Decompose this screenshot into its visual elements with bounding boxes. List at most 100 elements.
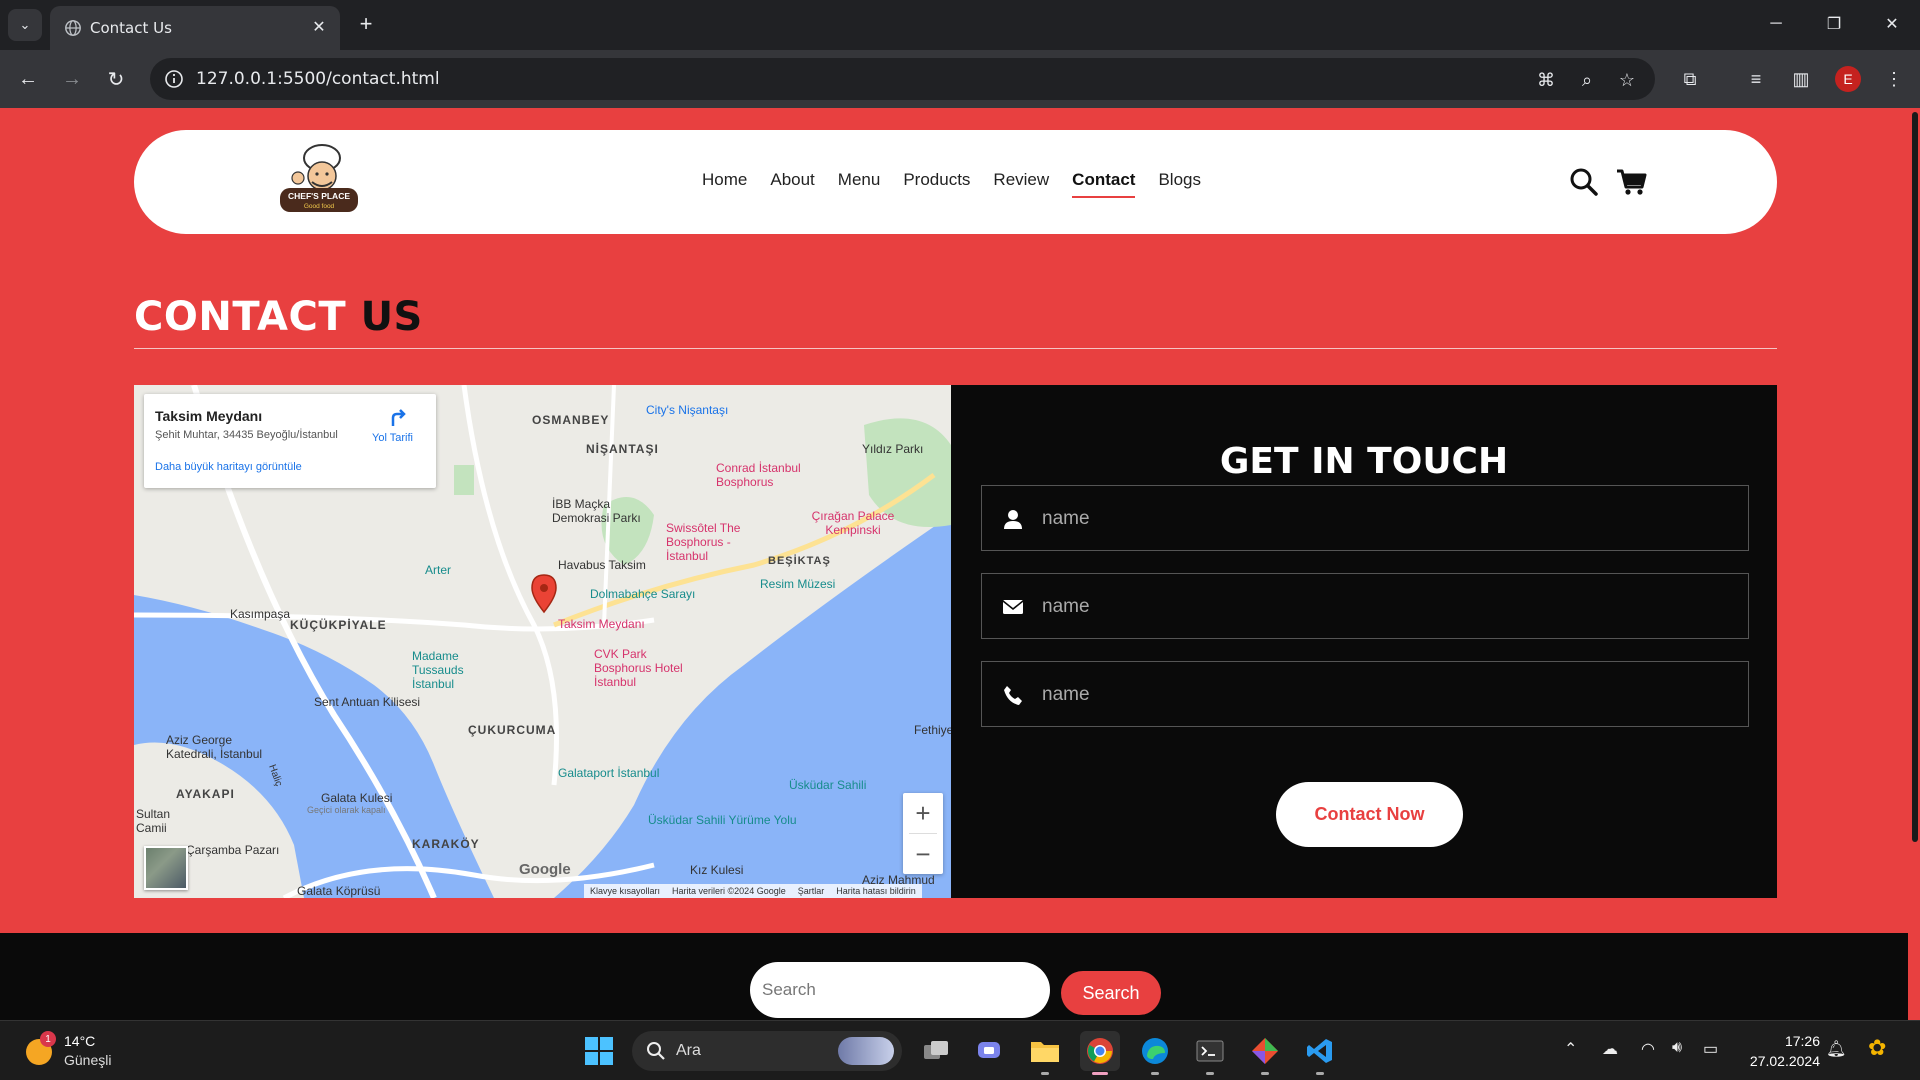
cart-icon[interactable] [1614, 164, 1650, 200]
zoom-in-button[interactable]: + [903, 793, 943, 833]
restore-button[interactable]: ❐ [1814, 8, 1854, 40]
search-icon[interactable] [1566, 164, 1602, 200]
weather-widget[interactable]: 1 14°C Güneşli [26, 1031, 166, 1071]
map-poi-label[interactable]: Sent Antuan Kilisesi [314, 695, 420, 709]
back-button[interactable]: ← [12, 63, 44, 95]
start-button[interactable] [579, 1031, 619, 1071]
close-window-button[interactable]: ✕ [1872, 8, 1912, 40]
larger-map-link[interactable]: Daha büyük haritayı görüntüle [155, 461, 302, 473]
chat-icon [978, 1042, 1000, 1058]
chrome-app[interactable] [1080, 1031, 1120, 1075]
profile-avatar[interactable]: E [1835, 66, 1861, 92]
cloud-icon[interactable]: ☁ [1602, 1039, 1618, 1059]
translate-icon[interactable]: ⌘ [1535, 69, 1557, 91]
footer-search-button[interactable]: Search [1061, 971, 1161, 1015]
map-poi-label[interactable]: Yıldız Parkı [862, 442, 923, 456]
report-error-link[interactable]: Harita hatası bildirin [836, 886, 916, 896]
zoom-out-button[interactable]: − [903, 834, 943, 874]
map-poi-label[interactable]: Havabus Taksim [558, 558, 646, 572]
terms-link[interactable]: Şartlar [798, 886, 825, 896]
git-client-app[interactable] [1245, 1031, 1285, 1075]
main-nav: Home About Menu Products Review Contact … [702, 130, 1201, 234]
forward-button[interactable]: → [56, 63, 88, 95]
bell-icon[interactable]: 🔔︎ [1826, 1039, 1846, 1059]
battery-icon[interactable]: ▭ [1703, 1039, 1718, 1059]
contact-now-button[interactable]: Contact Now [1276, 782, 1463, 847]
chefs-place-logo[interactable]: CHEF'S PLACE Good food [274, 138, 364, 224]
reload-button[interactable]: ↻ [100, 63, 132, 95]
map-poi-label[interactable]: Kız Kulesi [690, 863, 743, 877]
map-poi-label[interactable]: İBB Maçka Demokrasi Parkı [552, 497, 657, 525]
map-poi-label[interactable]: Dolmabahçe Sarayı [590, 587, 695, 601]
nav-menu[interactable]: Menu [838, 170, 881, 194]
map-poi-label[interactable]: Madame Tussauds İstanbul [412, 649, 502, 691]
tab-search-button[interactable]: ⌄ [8, 9, 42, 41]
teams-chat-app[interactable] [970, 1031, 1010, 1071]
map-poi-label[interactable]: Aziz George Katedrali, İstanbul [166, 733, 276, 761]
windows-taskbar: 1 14°C Güneşli Ara ⌃ ☁ ◠ 🔊︎ ▭ 17:26 27.0… [0, 1020, 1920, 1080]
file-explorer-app[interactable] [1025, 1031, 1065, 1075]
nav-review[interactable]: Review [993, 170, 1049, 194]
directions-link[interactable]: Yol Tarifi [372, 432, 413, 444]
map-street-label: Galata Köprüsü [297, 884, 381, 898]
browser-tab-contact[interactable]: Contact Us ✕ [50, 6, 340, 50]
extensions-icon[interactable]: ⧉ [1674, 63, 1706, 95]
keyboard-shortcuts-link[interactable]: Klavye kısayolları [590, 886, 660, 896]
zoom-icon[interactable]: ⌕ [1576, 69, 1598, 91]
page-scrollbar[interactable] [1908, 108, 1920, 1020]
new-tab-button[interactable]: + [352, 10, 380, 38]
contact-form-panel: GET IN TOUCH Contact Now [951, 385, 1777, 898]
site-info-icon[interactable] [164, 69, 184, 89]
map-poi-label[interactable]: Çırağan Palace Kempinski [798, 509, 908, 537]
directions-icon[interactable] [385, 406, 409, 430]
map-poi-label[interactable]: CVK Park Bosphorus Hotel İstanbul [594, 647, 704, 689]
email-input[interactable] [1040, 574, 1734, 640]
copilot-icon[interactable]: ✿ [1868, 1035, 1886, 1061]
map-poi-label[interactable]: Swissôtel The Bosphorus - İstanbul [666, 521, 776, 563]
nav-products[interactable]: Products [903, 170, 970, 194]
map-poi-label[interactable]: City's Nişantaşı [646, 403, 728, 417]
email-field[interactable] [981, 573, 1749, 640]
side-panel-icon[interactable]: ▥ [1785, 63, 1817, 95]
address-bar[interactable]: 127.0.0.1:5500/contact.html ⌘ ⌕ ☆ [150, 58, 1655, 100]
map-poi-label[interactable]: Çarşamba Pazarı [186, 843, 279, 857]
map-pin-label[interactable]: Taksim Meydanı [558, 617, 645, 631]
media-control-icon[interactable]: ≡ [1740, 63, 1772, 95]
taskbar-search[interactable]: Ara [632, 1031, 902, 1071]
vscode-app[interactable] [1300, 1031, 1340, 1075]
clock-time: 17:26 [1784, 1033, 1820, 1049]
scrollbar-thumb[interactable] [1912, 112, 1918, 842]
edge-app[interactable] [1135, 1031, 1175, 1075]
terminal-app[interactable] [1190, 1031, 1230, 1075]
nav-about[interactable]: About [770, 170, 814, 194]
map-poi-label[interactable]: Üsküdar Sahili [789, 778, 866, 792]
menu-kebab-icon[interactable]: ⋮ [1878, 63, 1910, 95]
map-poi-label[interactable]: Üsküdar Sahili Yürüme Yolu [648, 813, 797, 827]
map-poi-label[interactable]: Galataport İstanbul [558, 766, 659, 780]
phone-input[interactable] [1040, 662, 1734, 728]
nav-blogs[interactable]: Blogs [1158, 170, 1201, 194]
google-map-embed[interactable]: City's Nişantaşı OSMANBEY NİŞANTAŞI Yıld… [134, 385, 951, 898]
name-field[interactable] [981, 485, 1749, 552]
name-input[interactable] [1040, 486, 1734, 552]
close-tab-icon[interactable]: ✕ [308, 16, 330, 38]
minimize-button[interactable]: ─ [1756, 8, 1796, 40]
bookmark-star-icon[interactable]: ☆ [1616, 69, 1638, 91]
chevron-up-icon[interactable]: ⌃ [1564, 1039, 1577, 1059]
map-poi-label[interactable]: Galata Kulesi [321, 791, 392, 805]
wifi-icon[interactable]: ◠ [1641, 1039, 1655, 1059]
map-poi-label[interactable]: Arter [425, 563, 451, 577]
map-poi-label[interactable]: Resim Müzesi [760, 577, 835, 591]
map-area-label: AYAKAPI [176, 787, 235, 801]
phone-field[interactable] [981, 661, 1749, 728]
globe-icon [65, 20, 81, 36]
nav-contact[interactable]: Contact [1072, 170, 1136, 198]
task-view-button[interactable] [916, 1031, 956, 1071]
system-clock[interactable]: 17:26 27.02.2024 [1740, 1031, 1820, 1071]
nav-home[interactable]: Home [702, 170, 747, 194]
volume-icon[interactable]: 🔊︎ [1672, 1039, 1682, 1057]
map-layer-toggle[interactable] [144, 846, 188, 890]
map-poi-label[interactable]: Sultan Camii [136, 807, 186, 835]
footer-search-input[interactable] [750, 962, 1050, 1018]
map-poi-label[interactable]: Conrad İstanbul Bosphorus [716, 461, 826, 489]
